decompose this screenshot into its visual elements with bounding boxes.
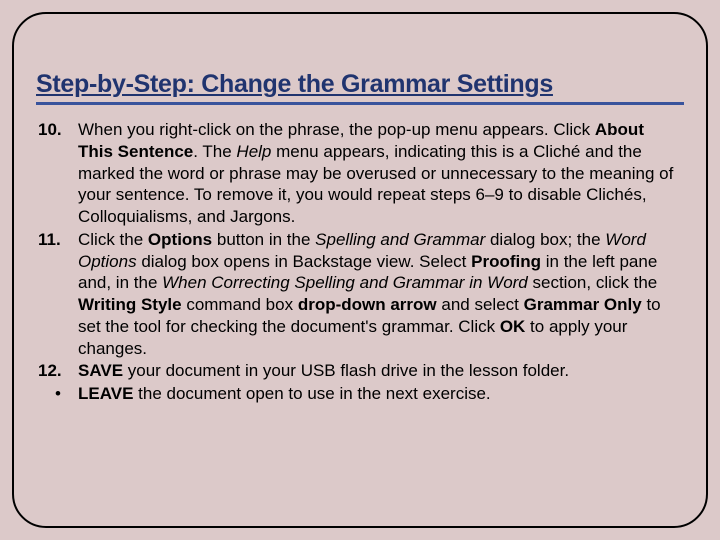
list-item: 12. SAVE your document in your USB flash… — [36, 360, 684, 382]
list-item: 10. When you right-click on the phrase, … — [36, 119, 684, 228]
slide-title: Step-by-Step: Change the Grammar Setting… — [36, 70, 684, 99]
slide-frame: Step-by-Step: Change the Grammar Setting… — [12, 12, 708, 528]
bullet-marker: • — [36, 383, 78, 405]
step-number: 11. — [36, 229, 78, 360]
step-text: LEAVE the document open to use in the ne… — [78, 383, 684, 405]
step-number: 12. — [36, 360, 78, 382]
step-text: SAVE your document in your USB flash dri… — [78, 360, 684, 382]
list-item: •LEAVE the document open to use in the n… — [36, 383, 684, 405]
title-underline — [36, 102, 684, 105]
step-number: 10. — [36, 119, 78, 228]
step-text: When you right-click on the phrase, the … — [78, 119, 684, 228]
list-item: 11. Click the Options button in the Spel… — [36, 229, 684, 360]
step-text: Click the Options button in the Spelling… — [78, 229, 684, 360]
instruction-list: 10. When you right-click on the phrase, … — [36, 119, 684, 405]
